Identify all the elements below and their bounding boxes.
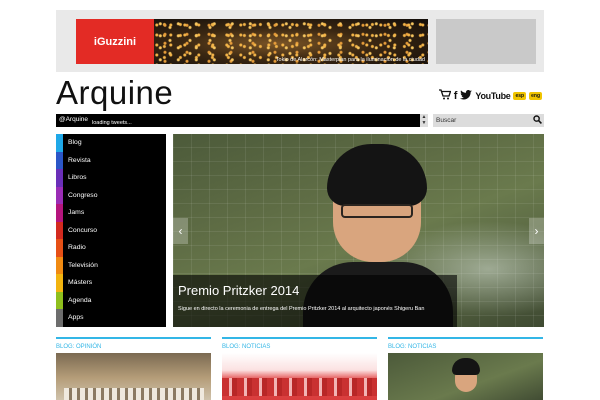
nav-item-jams[interactable]: Jams xyxy=(56,204,166,222)
article-card[interactable]: BLOG: NOTICIAS xyxy=(388,337,543,400)
card-category[interactable]: BLOG: NOTICIAS xyxy=(222,344,270,350)
scroll-down-icon[interactable]: ▼ xyxy=(420,120,428,126)
nav-stripe xyxy=(56,186,63,204)
ad-banner[interactable]: iGuzzini Tokio de Alarcón: Masterplan pa… xyxy=(76,19,428,64)
search-input[interactable] xyxy=(433,114,533,127)
nav-item-label: Concurso xyxy=(68,226,98,234)
nav-item-congreso[interactable]: Congreso xyxy=(56,186,166,204)
card-image[interactable] xyxy=(222,353,377,400)
nav-item-revista[interactable]: Revista xyxy=(56,151,166,169)
nav-stripe xyxy=(56,274,63,292)
nav-stripe xyxy=(56,256,63,274)
ad-side-banner[interactable] xyxy=(436,19,536,64)
crowd-shape xyxy=(64,388,204,400)
twitter-scroll[interactable]: ▲ ▼ xyxy=(420,114,428,127)
social-links: f YouTube esp eng xyxy=(438,89,542,103)
nav-item-label: Revista xyxy=(68,156,91,164)
nav-item-concurso[interactable]: Concurso xyxy=(56,221,166,239)
nav-item-apps[interactable]: Apps xyxy=(56,309,166,327)
nav-stripe xyxy=(56,239,63,257)
nav-item-label: Jams xyxy=(68,209,85,217)
cart-icon[interactable] xyxy=(438,89,452,103)
nav-item-masters[interactable]: Másters xyxy=(56,274,166,292)
search-box xyxy=(433,114,544,127)
nav-item-label: Agenda xyxy=(68,296,92,304)
nav-item-label: Congreso xyxy=(68,191,98,199)
twitter-status: loading tweets... xyxy=(92,120,132,126)
youtube-icon[interactable]: YouTube xyxy=(475,91,510,101)
nav-item-label: Radio xyxy=(68,244,86,252)
card-image[interactable] xyxy=(56,353,211,400)
slider-next-icon[interactable]: › xyxy=(529,218,544,244)
slider-prev-icon[interactable]: ‹ xyxy=(173,218,188,244)
hero-hair-shape xyxy=(327,144,427,206)
nav-item-radio[interactable]: Radio xyxy=(56,239,166,257)
card-category[interactable]: BLOG: NOTICIAS xyxy=(388,344,436,350)
search-icon[interactable] xyxy=(533,115,542,126)
nav-item-agenda[interactable]: Agenda xyxy=(56,291,166,309)
card-category[interactable]: BLOG: OPINIÓN xyxy=(56,344,101,350)
hero-glasses-shape xyxy=(341,204,413,218)
ad-logo: iGuzzini xyxy=(76,19,154,64)
card-person-shape xyxy=(446,358,486,400)
facebook-icon[interactable]: f xyxy=(454,90,458,102)
nav-stripe xyxy=(56,221,63,239)
card-image[interactable] xyxy=(388,353,543,400)
nav-stripe xyxy=(56,169,63,187)
nav-stripe xyxy=(56,309,63,327)
nav-stripe xyxy=(56,204,63,222)
article-card[interactable]: BLOG: NOTICIAS xyxy=(222,337,377,400)
article-card[interactable]: BLOG: OPINIÓN xyxy=(56,337,211,400)
ad-strip: iGuzzini Tokio de Alarcón: Masterplan pa… xyxy=(56,10,544,72)
lang-eng-button[interactable]: eng xyxy=(529,92,542,100)
nav-stripe xyxy=(56,151,63,169)
main-nav: Blog Revista Libros Congreso Jams Concur… xyxy=(56,134,166,327)
twitter-handle[interactable]: @Arquine xyxy=(59,116,88,123)
nav-item-libros[interactable]: Libros xyxy=(56,169,166,187)
nav-item-blog[interactable]: Blog xyxy=(56,134,166,152)
city-shape xyxy=(222,378,377,396)
twitter-icon[interactable] xyxy=(460,89,473,103)
ad-caption: Tokio de Alarcón: Masterplan para la ilu… xyxy=(275,57,425,63)
nav-item-television[interactable]: Televisión xyxy=(56,256,166,274)
hero-subtitle: Sigue en directo la ceremonia de entrega… xyxy=(178,306,425,312)
hero-slider[interactable]: ‹ › Premio Pritzker 2014 Sigue en direct… xyxy=(173,134,544,327)
site-logo[interactable]: Arquine xyxy=(56,74,173,112)
lang-esp-button[interactable]: esp xyxy=(513,92,527,100)
hero-caption[interactable]: Premio Pritzker 2014 Sigue en directo la… xyxy=(173,275,457,327)
hero-title[interactable]: Premio Pritzker 2014 xyxy=(178,283,299,298)
nav-item-label: Televisión xyxy=(68,261,98,269)
nav-item-label: Blog xyxy=(68,139,82,147)
mini-hair-shape xyxy=(452,358,480,375)
nav-item-label: Másters xyxy=(68,279,93,287)
nav-item-label: Libros xyxy=(68,174,87,182)
nav-stripe xyxy=(56,134,63,152)
nav-stripe xyxy=(56,291,63,309)
twitter-ticker: @Arquine loading tweets... ▲ ▼ xyxy=(56,114,428,127)
nav-item-label: Apps xyxy=(68,314,84,322)
